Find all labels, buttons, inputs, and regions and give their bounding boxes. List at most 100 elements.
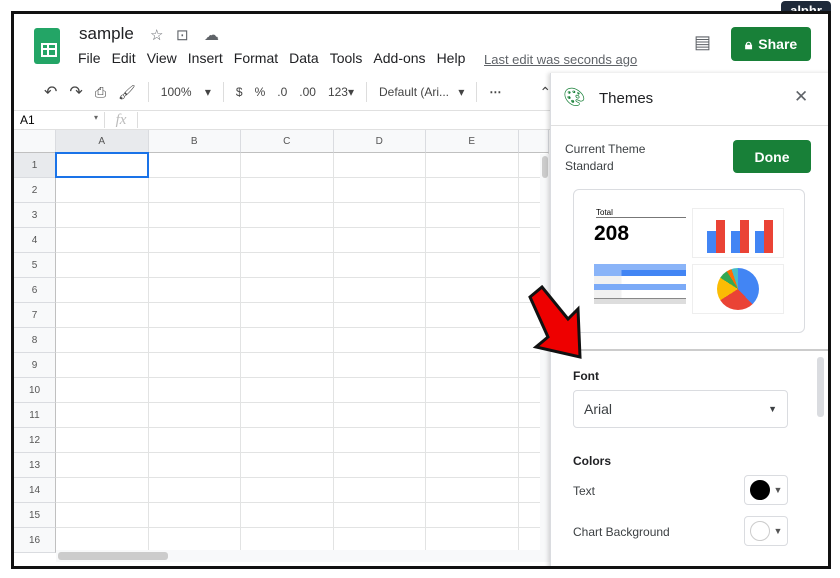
cell[interactable] — [333, 478, 426, 503]
menu-file[interactable]: File — [78, 50, 101, 66]
cell[interactable] — [333, 428, 426, 453]
column-header-b[interactable]: B — [148, 130, 241, 153]
cloud-status-icon[interactable]: ☁ — [204, 26, 219, 44]
cell[interactable] — [426, 303, 519, 328]
cell[interactable] — [333, 328, 426, 353]
cell[interactable] — [56, 303, 149, 328]
cell[interactable] — [333, 228, 426, 253]
cell[interactable] — [426, 178, 519, 203]
close-icon[interactable]: ✕ — [794, 87, 808, 107]
row-header[interactable]: 5 — [14, 253, 56, 278]
row-header[interactable]: 14 — [14, 478, 56, 503]
cell[interactable] — [148, 478, 241, 503]
cell[interactable] — [56, 353, 149, 378]
column-header-a[interactable]: A — [56, 130, 149, 153]
cell[interactable] — [241, 378, 334, 403]
cell[interactable] — [148, 428, 241, 453]
comments-icon[interactable]: ▤ — [694, 32, 711, 53]
cell[interactable] — [148, 503, 241, 528]
star-icon[interactable]: ☆ — [150, 26, 163, 44]
row-header[interactable]: 8 — [14, 328, 56, 353]
cell[interactable] — [148, 203, 241, 228]
sheets-logo[interactable] — [34, 28, 60, 64]
cell[interactable] — [148, 453, 241, 478]
cell[interactable] — [426, 453, 519, 478]
print-icon[interactable]: ⎙ — [95, 84, 106, 101]
doc-title[interactable]: sample — [79, 24, 134, 44]
cell[interactable] — [333, 503, 426, 528]
row-header[interactable]: 11 — [14, 403, 56, 428]
cell[interactable] — [148, 253, 241, 278]
cell[interactable] — [241, 178, 334, 203]
cell[interactable] — [241, 428, 334, 453]
row-header[interactable]: 15 — [14, 503, 56, 528]
row-header[interactable]: 4 — [14, 228, 56, 253]
cell[interactable] — [241, 153, 334, 178]
cell[interactable] — [241, 503, 334, 528]
cell[interactable] — [56, 178, 149, 203]
cell[interactable] — [426, 203, 519, 228]
menu-tools[interactable]: Tools — [330, 50, 363, 66]
cell[interactable] — [426, 228, 519, 253]
redo-icon[interactable]: ↷ — [69, 82, 82, 102]
row-header[interactable]: 9 — [14, 353, 56, 378]
cell[interactable] — [333, 178, 426, 203]
cell[interactable] — [241, 253, 334, 278]
menu-add-ons[interactable]: Add-ons — [373, 50, 425, 66]
cell[interactable] — [56, 478, 149, 503]
cell[interactable] — [148, 378, 241, 403]
cell[interactable] — [241, 328, 334, 353]
cell[interactable] — [426, 153, 519, 178]
cell[interactable] — [148, 353, 241, 378]
cell[interactable] — [148, 178, 241, 203]
chart-background-picker[interactable]: ▼ — [744, 516, 788, 546]
more-icon[interactable]: ⋯ — [489, 85, 501, 99]
menu-data[interactable]: Data — [289, 50, 319, 66]
cell[interactable] — [56, 253, 149, 278]
cell[interactable] — [426, 278, 519, 303]
cell[interactable] — [56, 228, 149, 253]
cell[interactable] — [241, 203, 334, 228]
row-header[interactable]: 10 — [14, 378, 56, 403]
cell[interactable] — [333, 203, 426, 228]
name-box[interactable]: A1 ▾ — [14, 113, 104, 127]
move-folder-icon[interactable]: ⊡ — [176, 26, 189, 44]
column-header-c[interactable]: C — [241, 130, 334, 153]
cell[interactable] — [426, 403, 519, 428]
cell[interactable] — [148, 403, 241, 428]
cell[interactable] — [426, 353, 519, 378]
percent-button[interactable]: % — [255, 85, 266, 99]
row-header[interactable]: 3 — [14, 203, 56, 228]
cell[interactable] — [56, 453, 149, 478]
cell[interactable] — [148, 328, 241, 353]
increase-decimal-button[interactable]: .00 — [299, 85, 316, 99]
font-dropdown[interactable]: Arial ▼ — [573, 390, 788, 428]
cell[interactable] — [56, 328, 149, 353]
cell[interactable] — [426, 503, 519, 528]
cell[interactable] — [56, 203, 149, 228]
cell[interactable] — [426, 253, 519, 278]
cell[interactable] — [148, 278, 241, 303]
undo-icon[interactable]: ↶ — [44, 82, 57, 102]
cell[interactable] — [426, 328, 519, 353]
cell[interactable] — [241, 478, 334, 503]
paint-format-icon[interactable]: 🖌︎ — [118, 84, 136, 101]
row-header[interactable]: 16 — [14, 528, 56, 553]
cell[interactable] — [333, 153, 426, 178]
cell[interactable] — [56, 378, 149, 403]
cell[interactable] — [148, 303, 241, 328]
more-formats-button[interactable]: 123▾ — [328, 85, 354, 99]
selected-cell-a1[interactable] — [55, 152, 149, 178]
menu-view[interactable]: View — [147, 50, 177, 66]
row-header[interactable]: 12 — [14, 428, 56, 453]
cell[interactable] — [333, 403, 426, 428]
cell[interactable] — [333, 353, 426, 378]
cell[interactable] — [333, 303, 426, 328]
last-edit-link[interactable]: Last edit was seconds ago — [484, 52, 637, 67]
font-select[interactable]: Default (Ari... ▾ — [379, 85, 464, 99]
decrease-decimal-button[interactable]: .0 — [277, 85, 287, 99]
cell[interactable] — [56, 503, 149, 528]
menu-edit[interactable]: Edit — [112, 50, 136, 66]
cell[interactable] — [241, 403, 334, 428]
row-header[interactable]: 7 — [14, 303, 56, 328]
